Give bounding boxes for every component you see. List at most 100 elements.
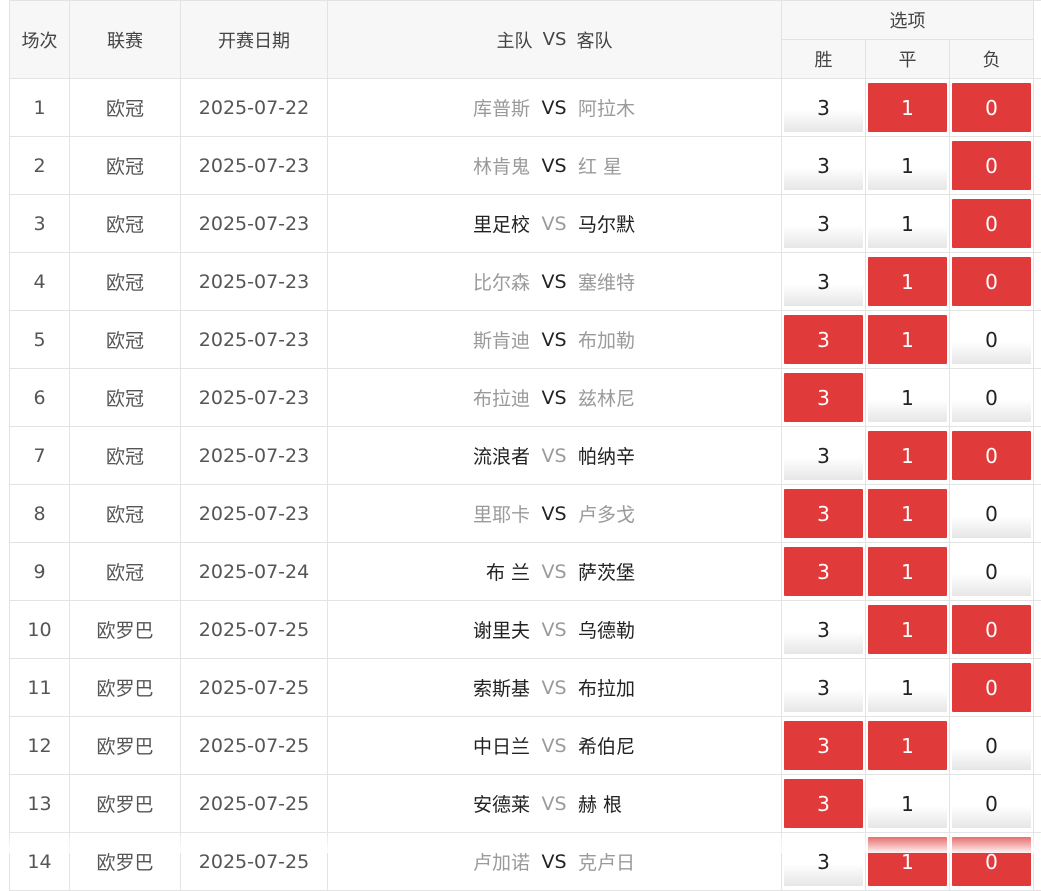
option-lose-button[interactable]: 0 xyxy=(952,257,1031,306)
option-lose-button[interactable]: 0 xyxy=(952,489,1031,538)
option-lose-cell: 0 xyxy=(950,833,1034,891)
option-lose-cell: 0 xyxy=(950,195,1034,253)
option-draw-button[interactable]: 1 xyxy=(868,489,947,538)
league-name: 欧冠 xyxy=(70,79,181,137)
match-date: 2025-07-23 xyxy=(181,369,328,427)
option-win-button[interactable]: 3 xyxy=(784,663,863,712)
option-lose-button[interactable]: 0 xyxy=(952,721,1031,770)
option-draw-cell: 1 xyxy=(866,195,950,253)
option-win-button[interactable]: 3 xyxy=(784,431,863,480)
option-win-cell: 3 xyxy=(782,601,866,659)
match-date: 2025-07-23 xyxy=(181,195,328,253)
table-header: 场次 联赛 开赛日期 主队 VS 客队 选项 胜 平 负 xyxy=(10,1,1041,79)
option-draw-button[interactable]: 1 xyxy=(868,83,947,132)
option-lose-button[interactable]: 0 xyxy=(952,779,1031,828)
option-lose-button[interactable]: 0 xyxy=(952,837,1031,886)
option-lose-cell: 0 xyxy=(950,137,1034,195)
league-name: 欧冠 xyxy=(70,427,181,485)
vs-label: VS xyxy=(530,677,578,699)
away-team: 乌德勒 xyxy=(578,616,781,643)
option-draw-button[interactable]: 1 xyxy=(868,141,947,190)
option-lose-button[interactable]: 0 xyxy=(952,663,1031,712)
league-name: 欧罗巴 xyxy=(70,717,181,775)
header-option-lose: 负 xyxy=(950,40,1034,79)
away-team: 卢多戈 xyxy=(578,500,781,527)
option-draw-button[interactable]: 1 xyxy=(868,373,947,422)
match-date: 2025-07-22 xyxy=(181,79,328,137)
match-date: 2025-07-23 xyxy=(181,137,328,195)
match-teams: 里耶卡 VS 卢多戈 xyxy=(328,485,782,543)
option-lose-button[interactable]: 0 xyxy=(952,605,1031,654)
option-win-button[interactable]: 3 xyxy=(784,141,863,190)
option-win-button[interactable]: 3 xyxy=(784,373,863,422)
option-draw-cell: 1 xyxy=(866,253,950,311)
option-lose-button[interactable]: 0 xyxy=(952,315,1031,364)
away-team: 萨茨堡 xyxy=(578,558,781,585)
option-lose-button[interactable]: 0 xyxy=(952,373,1031,422)
option-draw-button[interactable]: 1 xyxy=(868,199,947,248)
option-draw-button[interactable]: 1 xyxy=(868,721,947,770)
option-draw-cell: 1 xyxy=(866,311,950,369)
table-row: 13 欧罗巴 2025-07-25 安德莱 VS 赫 根 3 1 0 xyxy=(10,775,1041,833)
option-win-button[interactable]: 3 xyxy=(784,779,863,828)
option-lose-cell: 0 xyxy=(950,485,1034,543)
option-draw-button[interactable]: 1 xyxy=(868,257,947,306)
home-team: 谢里夫 xyxy=(328,616,530,643)
option-win-button[interactable]: 3 xyxy=(784,257,863,306)
option-win-button[interactable]: 3 xyxy=(784,315,863,364)
option-draw-cell: 1 xyxy=(866,485,950,543)
home-team: 卢加诺 xyxy=(328,848,530,875)
row-edge xyxy=(1034,601,1041,659)
match-teams: 里足校 VS 马尔默 xyxy=(328,195,782,253)
table-row: 1 欧冠 2025-07-22 库普斯 VS 阿拉木 3 1 0 xyxy=(10,79,1041,137)
option-draw-button[interactable]: 1 xyxy=(868,547,947,596)
header-match: 主队 VS 客队 xyxy=(328,1,782,79)
match-teams: 索斯基 VS 布拉加 xyxy=(328,659,782,717)
match-date: 2025-07-25 xyxy=(181,601,328,659)
option-win-cell: 3 xyxy=(782,253,866,311)
match-index: 12 xyxy=(10,717,70,775)
option-draw-button[interactable]: 1 xyxy=(868,837,947,886)
option-draw-button[interactable]: 1 xyxy=(868,779,947,828)
vs-label: VS xyxy=(530,155,578,177)
home-team: 索斯基 xyxy=(328,674,530,701)
option-draw-button[interactable]: 1 xyxy=(868,315,947,364)
row-edge xyxy=(1034,195,1041,253)
vs-label: VS xyxy=(530,445,578,467)
option-draw-button[interactable]: 1 xyxy=(868,431,947,480)
option-lose-button[interactable]: 0 xyxy=(952,141,1031,190)
option-win-button[interactable]: 3 xyxy=(784,605,863,654)
match-date: 2025-07-25 xyxy=(181,833,328,891)
table-row: 5 欧冠 2025-07-23 斯肯迪 VS 布加勒 3 1 0 xyxy=(10,311,1041,369)
option-lose-button[interactable]: 0 xyxy=(952,83,1031,132)
option-win-cell: 3 xyxy=(782,717,866,775)
option-lose-button[interactable]: 0 xyxy=(952,199,1031,248)
option-win-button[interactable]: 3 xyxy=(784,721,863,770)
option-win-cell: 3 xyxy=(782,543,866,601)
option-lose-button[interactable]: 0 xyxy=(952,431,1031,480)
match-teams: 布拉迪 VS 兹林尼 xyxy=(328,369,782,427)
row-edge xyxy=(1034,833,1041,891)
option-draw-button[interactable]: 1 xyxy=(868,605,947,654)
league-name: 欧冠 xyxy=(70,485,181,543)
match-index: 7 xyxy=(10,427,70,485)
option-win-button[interactable]: 3 xyxy=(784,547,863,596)
option-lose-button[interactable]: 0 xyxy=(952,547,1031,596)
match-date: 2025-07-25 xyxy=(181,717,328,775)
option-win-button[interactable]: 3 xyxy=(784,837,863,886)
home-team: 库普斯 xyxy=(328,94,530,121)
match-index: 3 xyxy=(10,195,70,253)
away-team: 布加勒 xyxy=(578,326,781,353)
away-team: 塞维特 xyxy=(578,268,781,295)
away-team: 克卢日 xyxy=(578,848,781,875)
home-team: 比尔森 xyxy=(328,268,530,295)
row-edge xyxy=(1034,543,1041,601)
header-league: 联赛 xyxy=(70,1,181,79)
league-name: 欧冠 xyxy=(70,543,181,601)
option-win-button[interactable]: 3 xyxy=(784,489,863,538)
match-index: 4 xyxy=(10,253,70,311)
option-win-button[interactable]: 3 xyxy=(784,83,863,132)
option-win-button[interactable]: 3 xyxy=(784,199,863,248)
match-index: 2 xyxy=(10,137,70,195)
option-draw-button[interactable]: 1 xyxy=(868,663,947,712)
